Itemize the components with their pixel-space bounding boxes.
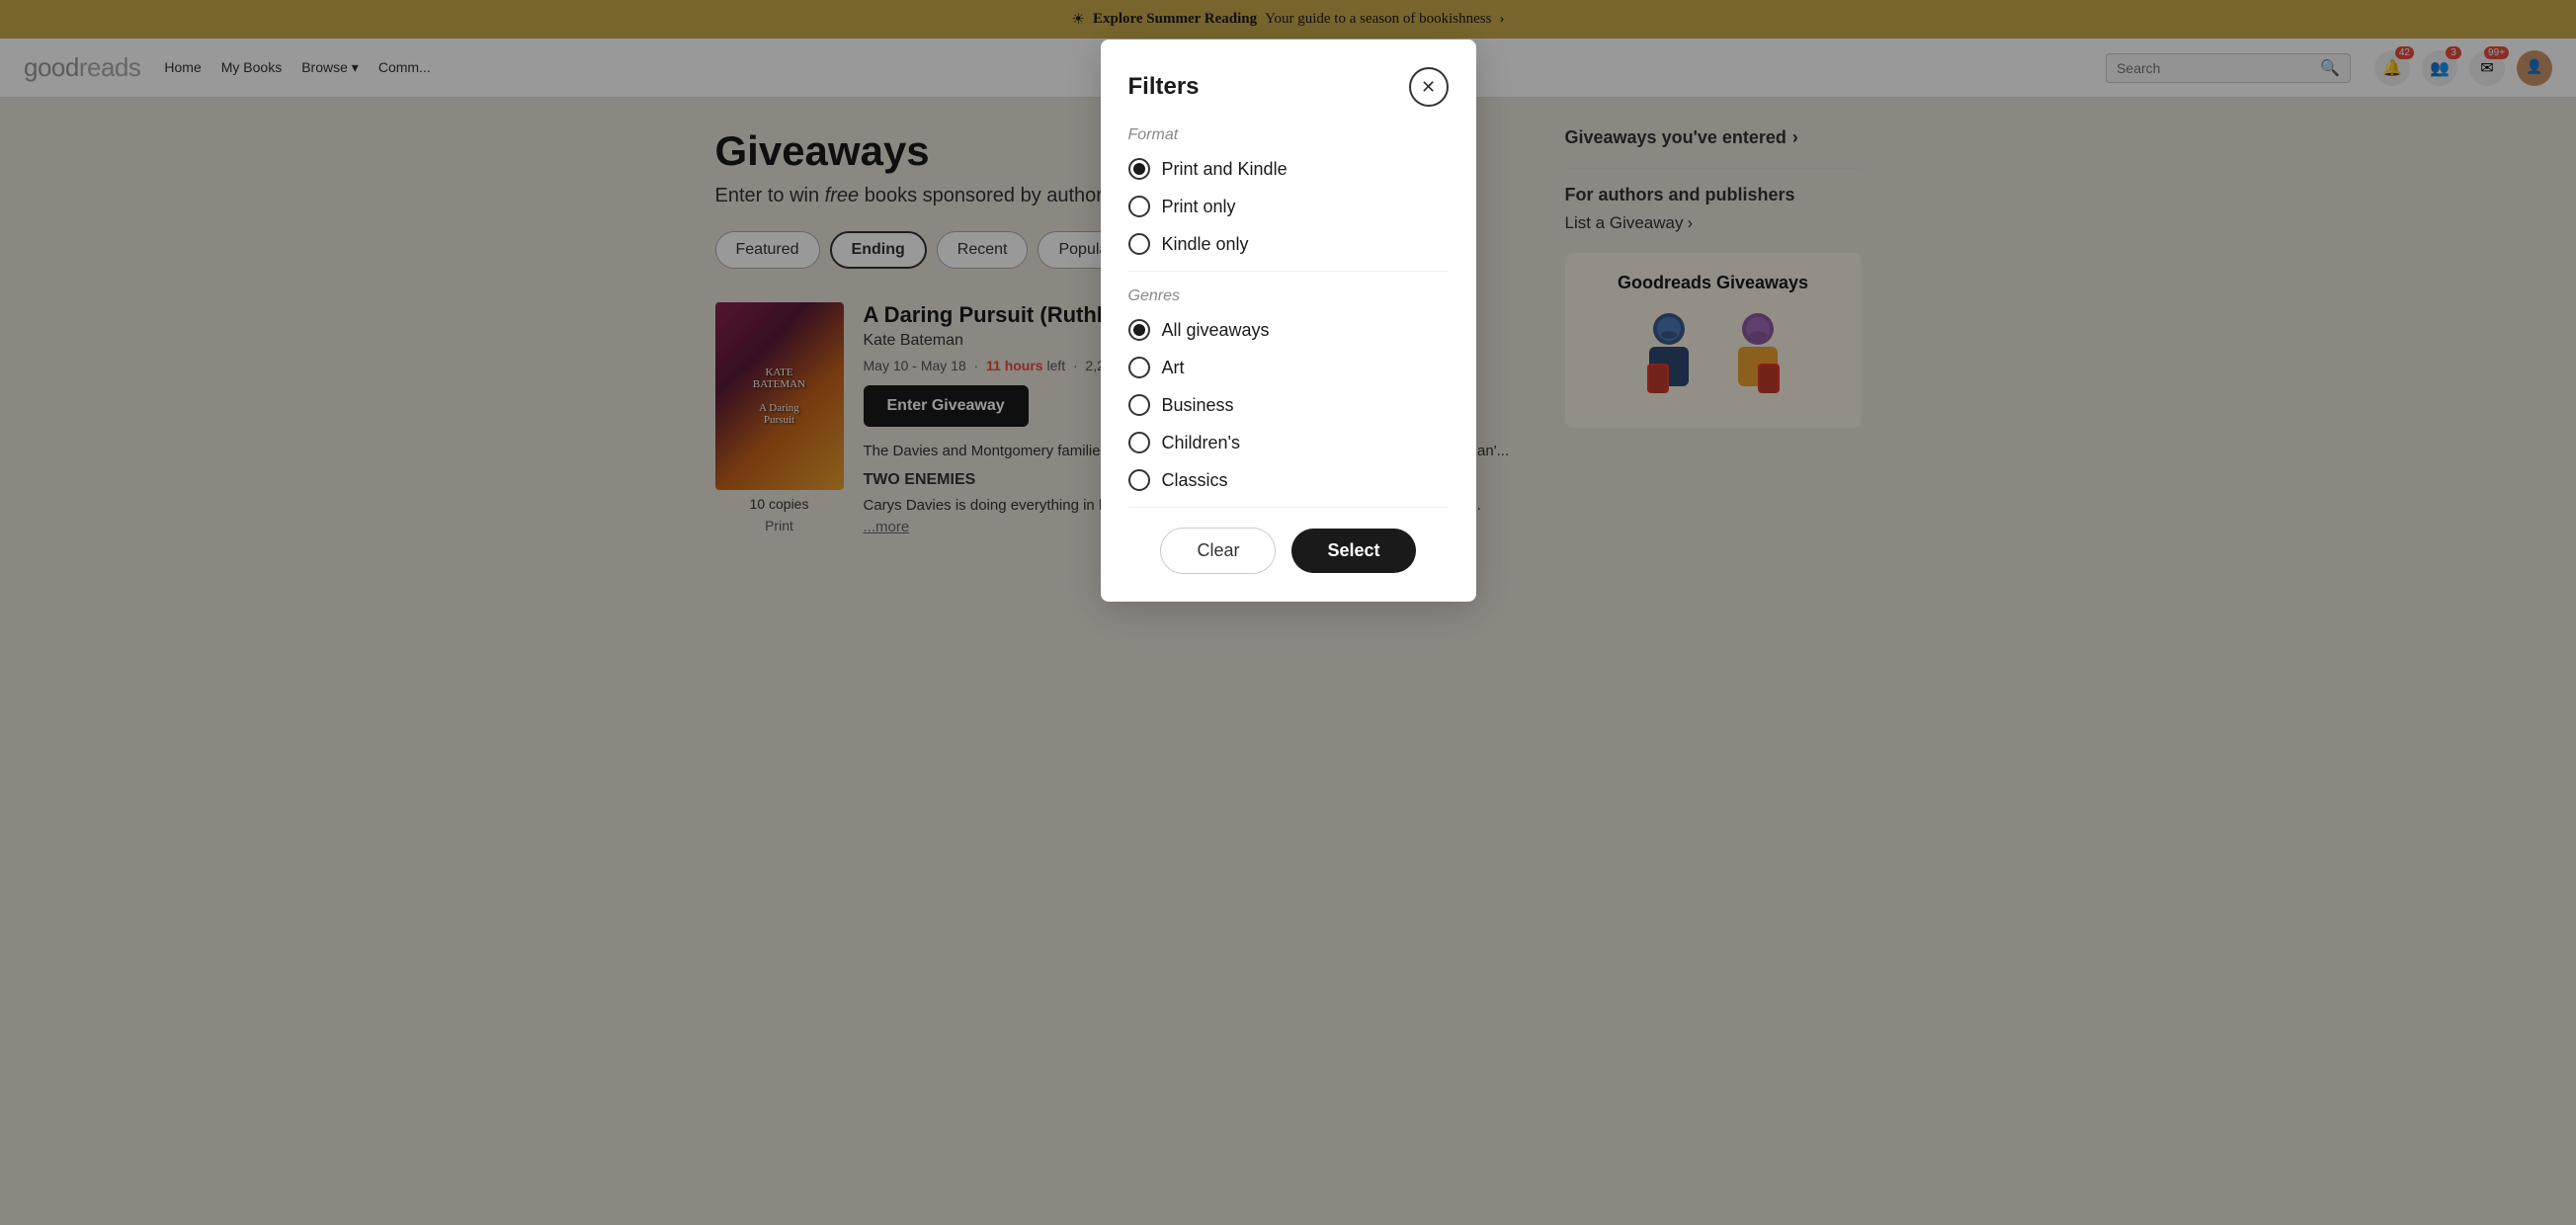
format-print-kindle[interactable]: Print and Kindle [1128,158,1449,180]
genre-classics-label: Classics [1162,470,1228,491]
modal-title: Filters [1128,73,1200,101]
clear-button[interactable]: Clear [1160,528,1276,574]
genre-business-radio [1128,394,1150,416]
format-kindle-only-radio [1128,233,1150,255]
format-print-only-label: Print only [1162,197,1236,217]
modal-footer: Clear Select [1128,507,1449,574]
genre-all-radio [1128,319,1150,341]
genre-art-label: Art [1162,358,1185,378]
genre-art[interactable]: Art [1128,357,1449,378]
format-kindle-only[interactable]: Kindle only [1128,233,1449,255]
genre-childrens-label: Children's [1162,433,1240,453]
format-print-only[interactable]: Print only [1128,196,1449,217]
genre-childrens[interactable]: Children's [1128,432,1449,453]
modal-close-button[interactable]: ✕ [1409,67,1449,107]
format-label: Format [1128,126,1449,144]
format-print-kindle-inner [1133,163,1145,175]
modal-divider [1128,271,1449,272]
genres-label: Genres [1128,287,1449,305]
filter-modal: Filters ✕ Format Print and Kindle Print … [1101,40,1476,602]
modal-header: Filters ✕ [1128,67,1449,107]
genre-business[interactable]: Business [1128,394,1449,416]
genre-all-label: All giveaways [1162,320,1270,341]
select-button[interactable]: Select [1291,529,1415,573]
genre-classics-radio [1128,469,1150,491]
modal-overlay[interactable]: Filters ✕ Format Print and Kindle Print … [0,0,2576,1225]
genre-childrens-radio [1128,432,1150,453]
format-print-kindle-label: Print and Kindle [1162,159,1288,180]
genre-business-label: Business [1162,395,1234,416]
genre-art-radio [1128,357,1150,378]
genre-all[interactable]: All giveaways [1128,319,1449,341]
genre-all-inner [1133,324,1145,336]
format-print-only-radio [1128,196,1150,217]
genre-classics[interactable]: Classics [1128,469,1449,491]
format-kindle-only-label: Kindle only [1162,234,1249,255]
format-print-kindle-radio [1128,158,1150,180]
